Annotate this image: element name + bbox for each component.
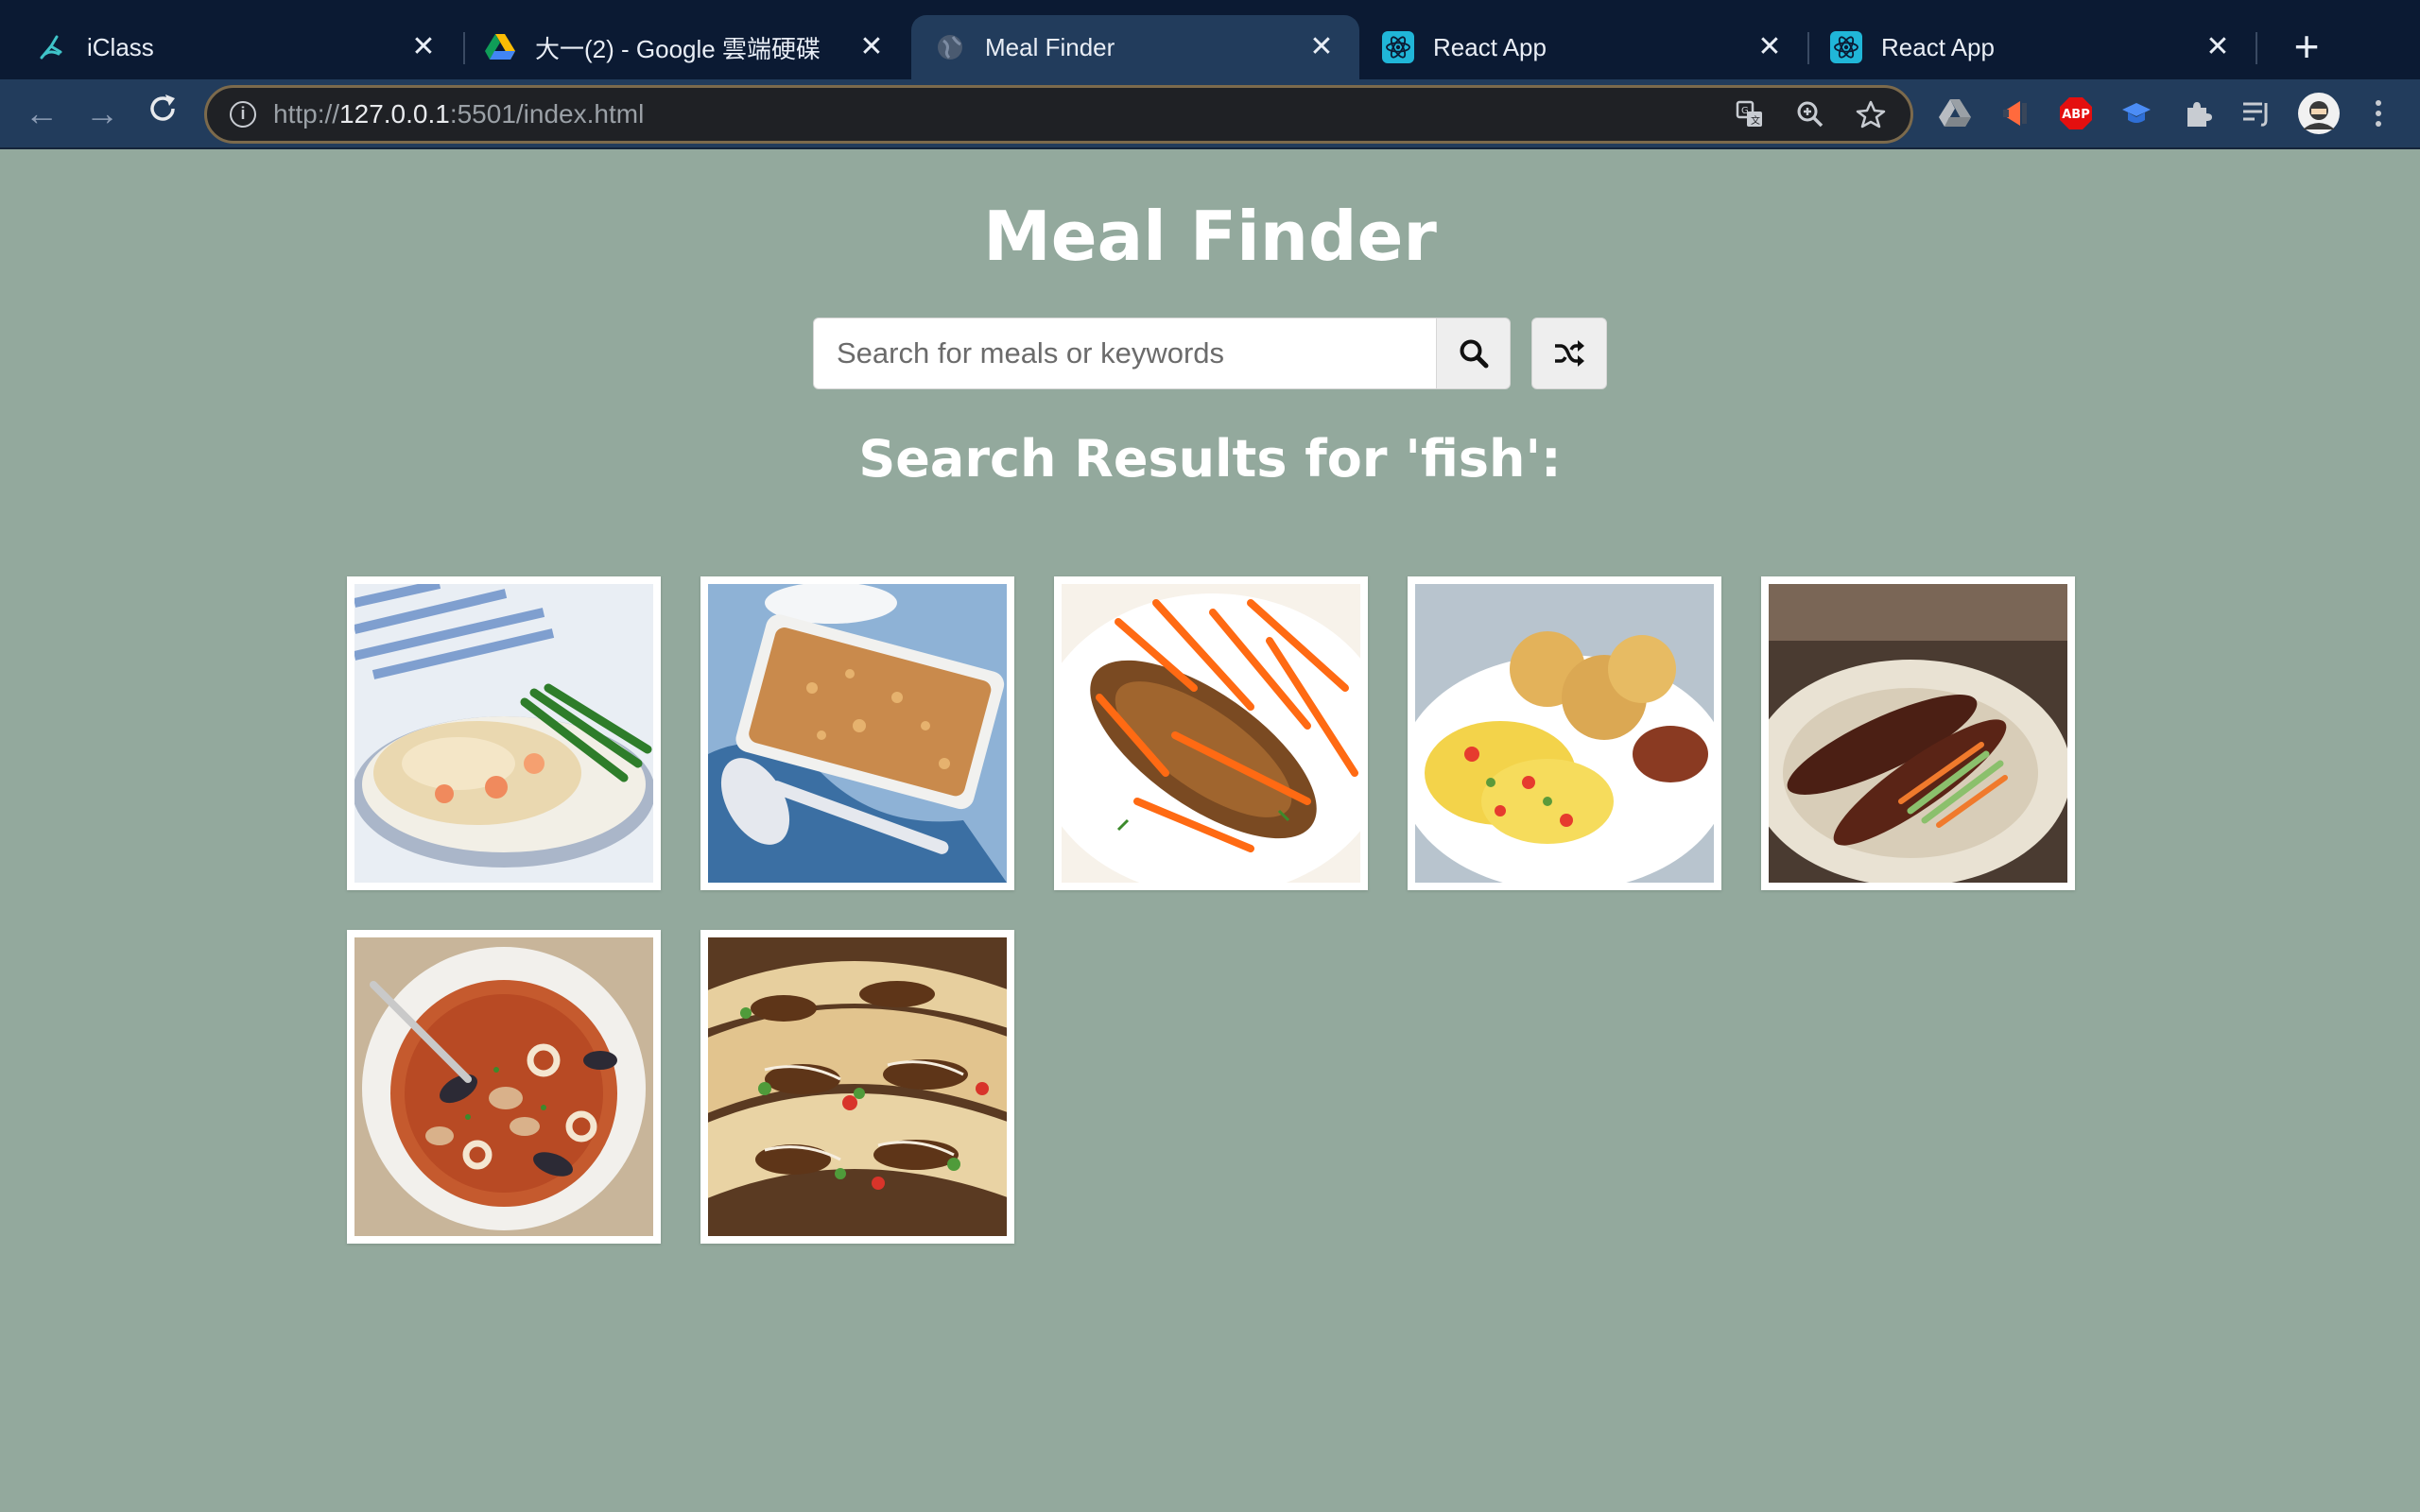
search-input[interactable] <box>813 318 1437 389</box>
puzzle-extensions-icon[interactable] <box>2178 94 2216 132</box>
page-title: Meal Finder <box>983 197 1437 276</box>
shuffle-icon <box>1555 340 1584 367</box>
meal-card[interactable] <box>700 930 1014 1244</box>
meal-card[interactable] <box>700 576 1014 890</box>
meal-image <box>1415 584 1714 883</box>
svg-text:文: 文 <box>1751 114 1760 127</box>
search-button[interactable] <box>1437 318 1511 389</box>
react-icon <box>1382 31 1414 63</box>
forward-arrow-icon[interactable]: → <box>81 93 123 134</box>
url-host: 127.0.0.1 <box>339 99 450 129</box>
meal-image <box>708 937 1007 1236</box>
svg-text:G: G <box>1741 106 1749 116</box>
tab-title: iClass <box>87 32 154 61</box>
tab-title: Meal Finder <box>985 32 1115 61</box>
meal-image <box>354 584 653 883</box>
meal-image <box>1769 584 2067 883</box>
tab-title: React App <box>1433 32 1547 61</box>
meal-image <box>1062 584 1360 883</box>
bookmark-star-icon[interactable] <box>1850 94 1892 135</box>
page-content: Meal Finder Search Results for 'fish': <box>0 149 2420 1512</box>
close-icon[interactable]: ✕ <box>1754 32 1785 62</box>
close-icon[interactable]: ✕ <box>1306 32 1337 62</box>
close-icon[interactable]: ✕ <box>856 32 887 62</box>
meal-card[interactable] <box>1054 576 1368 890</box>
graduation-cap-extension-icon[interactable] <box>2118 94 2155 132</box>
globe-icon <box>934 31 966 63</box>
svg-text:ABP: ABP <box>2062 108 2090 122</box>
tab-iclass[interactable]: iClass ✕ <box>13 15 461 79</box>
tab-react-app-1[interactable]: React App ✕ <box>1359 15 1807 79</box>
profile-avatar[interactable] <box>2297 92 2341 135</box>
meal-card[interactable] <box>347 576 661 890</box>
url-path: :5501/index.html <box>449 99 645 129</box>
reading-list-icon[interactable] <box>2238 94 2276 132</box>
zoom-icon[interactable] <box>1789 94 1831 135</box>
google-drive-icon <box>484 31 516 63</box>
search-results-heading: Search Results for 'fish': <box>858 429 1562 489</box>
more-menu-icon[interactable] <box>2360 94 2397 132</box>
meal-card[interactable] <box>1761 576 2075 890</box>
url-text[interactable]: http://127.0.0.1:5501/index.html <box>273 99 1729 129</box>
address-bar[interactable]: i http://127.0.0.1:5501/index.html G文 <box>204 85 1913 144</box>
tab-google-drive[interactable]: 大一(2) - Google 雲端硬碟 ✕ <box>461 15 909 79</box>
tab-meal-finder[interactable]: Meal Finder ✕ <box>911 15 1359 79</box>
iclass-icon <box>36 31 68 63</box>
react-icon <box>1830 31 1862 63</box>
translate-icon[interactable]: G文 <box>1729 94 1771 135</box>
close-icon[interactable]: ✕ <box>408 32 439 62</box>
google-drive-extension-icon[interactable] <box>1936 94 1974 132</box>
tab-title: 大一(2) - Google 雲端硬碟 <box>535 34 821 63</box>
adblock-plus-icon[interactable]: ABP <box>2057 94 2095 132</box>
meal-card[interactable] <box>1408 576 1721 890</box>
meal-image <box>708 584 1007 883</box>
browser-toolbar: ← → i http://127.0.0.1:5501/index.html G… <box>0 79 2420 149</box>
tab-separator <box>2256 32 2257 64</box>
meal-image <box>354 937 653 1236</box>
search-form <box>813 318 1607 389</box>
tab-react-app-2[interactable]: React App ✕ <box>1807 15 2256 79</box>
browser-tabstrip: iClass ✕ 大一(2) - Google 雲端硬碟 ✕ Meal Find… <box>0 0 2420 79</box>
back-arrow-icon[interactable]: ← <box>21 93 62 134</box>
random-meal-button[interactable] <box>1531 318 1607 389</box>
close-icon[interactable]: ✕ <box>2203 32 2233 62</box>
meal-card[interactable] <box>347 930 661 1244</box>
site-info-icon[interactable]: i <box>230 101 256 128</box>
tab-title: React App <box>1881 32 1995 61</box>
search-icon <box>1460 339 1488 369</box>
megaphone-extension-icon[interactable] <box>1996 94 2034 132</box>
url-scheme: http:// <box>273 99 340 129</box>
new-tab-button[interactable]: + <box>2280 23 2333 72</box>
reload-icon[interactable] <box>142 93 183 134</box>
